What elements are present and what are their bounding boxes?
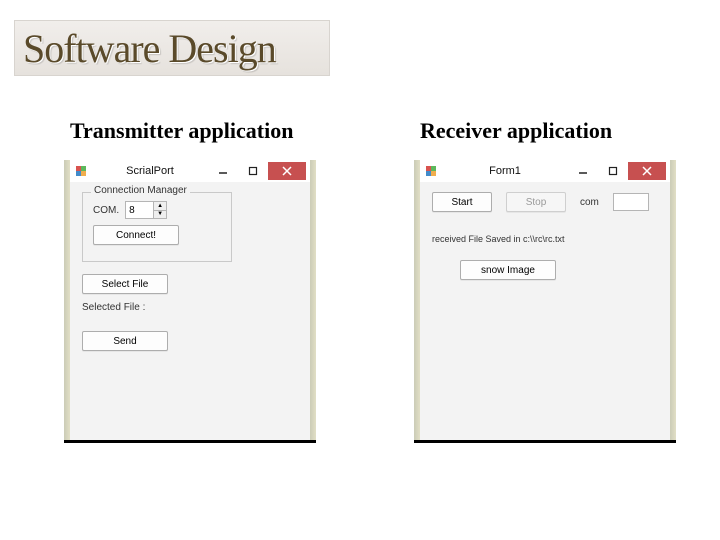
transmitter-client: Connection Manager COM. 8 ▲ ▼ Connect! S… — [70, 182, 310, 440]
app-icon — [424, 164, 438, 178]
send-button[interactable]: Send — [82, 331, 168, 351]
close-button[interactable] — [268, 162, 306, 180]
select-file-button[interactable]: Select File — [82, 274, 168, 294]
com-port-stepper[interactable]: 8 ▲ ▼ — [125, 201, 167, 219]
maximize-button[interactable] — [598, 162, 628, 180]
connection-manager-group: Connection Manager COM. 8 ▲ ▼ Connect! — [82, 192, 232, 262]
selected-file-label: Selected File : — [82, 302, 145, 313]
com-label: COM. — [93, 205, 119, 216]
stop-button[interactable]: Stop — [506, 192, 566, 212]
maximize-button[interactable] — [238, 162, 268, 180]
slide-title: Software Design — [23, 25, 276, 72]
receiver-window-title: Form1 — [442, 165, 568, 177]
slide-title-box: Software Design — [14, 20, 330, 76]
connect-button[interactable]: Connect! — [93, 225, 179, 245]
receiver-status-text: received File Saved in c:\\rc\rc.txt — [432, 234, 565, 244]
spin-down-icon[interactable]: ▼ — [154, 210, 166, 219]
minimize-button[interactable] — [208, 162, 238, 180]
close-button[interactable] — [628, 162, 666, 180]
receiver-com-label: com — [580, 197, 599, 208]
receiver-window: Form1 Start Stop com received File Saved… — [420, 160, 670, 440]
com-port-value: 8 — [125, 201, 153, 219]
receiver-heading: Receiver application — [420, 118, 612, 144]
transmitter-heading: Transmitter application — [70, 118, 293, 144]
receiver-com-input[interactable] — [613, 193, 649, 211]
decorative-underline — [64, 440, 316, 443]
show-image-button[interactable]: snow Image — [460, 260, 556, 280]
transmitter-window: ScrialPort Connection Manager COM. 8 ▲ ▼ — [70, 160, 310, 440]
decorative-edge — [310, 160, 316, 440]
decorative-edge — [414, 160, 420, 440]
app-icon — [74, 164, 88, 178]
decorative-underline — [414, 440, 676, 443]
receiver-titlebar: Form1 — [420, 160, 670, 182]
decorative-edge — [64, 160, 70, 440]
transmitter-titlebar: ScrialPort — [70, 160, 310, 182]
receiver-client: Start Stop com received File Saved in c:… — [420, 182, 670, 440]
minimize-button[interactable] — [568, 162, 598, 180]
spin-up-icon[interactable]: ▲ — [154, 202, 166, 210]
decorative-edge — [670, 160, 676, 440]
transmitter-window-title: ScrialPort — [92, 165, 208, 177]
group-legend: Connection Manager — [91, 185, 190, 196]
start-button[interactable]: Start — [432, 192, 492, 212]
